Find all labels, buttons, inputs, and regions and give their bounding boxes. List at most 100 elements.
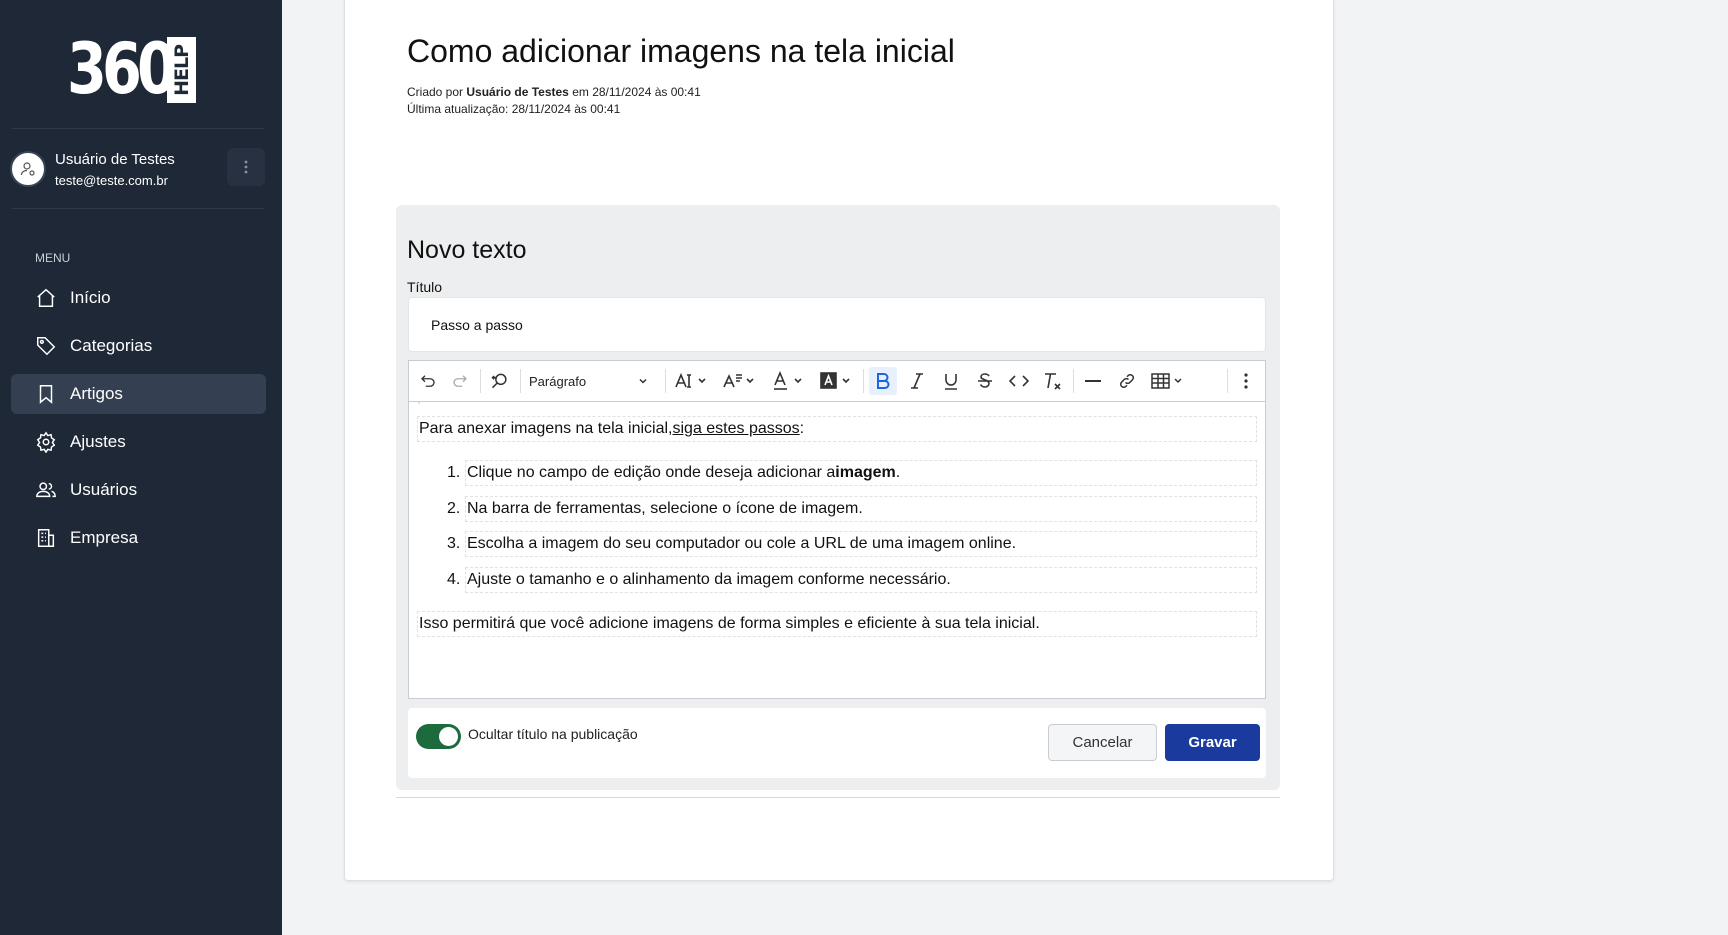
line-height-button[interactable]	[721, 367, 759, 395]
avatar[interactable]	[10, 151, 46, 187]
link-icon	[1119, 373, 1135, 389]
toggle-knob	[439, 727, 458, 746]
paragraph-style-value: Parágrafo	[529, 373, 587, 389]
step-bold-text: imagem	[835, 464, 896, 481]
sidebar-item-artigos[interactable]: Artigos	[11, 374, 266, 414]
intro-end: :	[799, 420, 805, 437]
italic-button[interactable]	[903, 367, 931, 395]
panel-title: Novo texto	[407, 236, 527, 264]
logo-tag-text: HELP	[170, 44, 193, 96]
list-number: 4.	[447, 571, 461, 588]
toolbar-separator	[665, 369, 666, 393]
sidebar-item-inicio[interactable]: Início	[11, 278, 266, 318]
user-menu-button[interactable]	[227, 148, 265, 186]
list-number: 2.	[447, 500, 461, 517]
step-text: Na barra de ferramentas, selecione o íco…	[467, 500, 863, 517]
italic-icon	[911, 373, 923, 389]
created-prefix: Criado por	[407, 85, 467, 99]
user-email: teste@teste.com.br	[55, 173, 168, 188]
toolbar-separator	[520, 369, 521, 393]
hide-title-label: Ocultar título na publicação	[468, 726, 638, 742]
redo-button[interactable]	[449, 367, 471, 395]
sidebar-item-label: Artigos	[70, 384, 123, 403]
paragraph-intro[interactable]: Para anexar imagens na tela inicial, sig…	[417, 416, 1257, 442]
toolbar-separator	[1073, 369, 1074, 393]
updated-info: Última atualização: 28/11/2024 às 00:41	[407, 102, 621, 116]
code-button[interactable]	[1005, 367, 1033, 395]
menu-label: MENU	[35, 251, 71, 265]
toolbar-separator	[1227, 369, 1228, 393]
bold-button[interactable]	[869, 367, 897, 395]
created-date: em 28/11/2024 às 00:41	[568, 85, 701, 99]
kebab-menu-icon	[244, 160, 248, 174]
title-field-label: Título	[407, 279, 443, 295]
step-text: Clique no campo de edição onde deseja ad…	[467, 464, 836, 481]
intro-link[interactable]: siga estes passos	[672, 420, 799, 438]
horizontal-line-button[interactable]	[1079, 367, 1107, 395]
sidebar-item-label: Ajustes	[70, 432, 126, 451]
sidebar-item-label: Início	[70, 288, 111, 307]
users-icon	[34, 478, 58, 502]
logo-tag: HELP	[167, 37, 197, 103]
sidebar-item-label: Categorias	[70, 336, 153, 355]
list-item[interactable]: Clique no campo de edição onde deseja ad…	[465, 460, 1257, 486]
title-input[interactable]	[408, 297, 1266, 352]
sidebar-item-ajustes[interactable]: Ajustes	[11, 422, 266, 462]
brand-logo[interactable]: 360 HELP	[67, 28, 197, 110]
placeholder	[418, 402, 420, 404]
divider	[12, 208, 264, 209]
font-color-icon	[774, 371, 802, 390]
rich-text-editor[interactable]: Parágrafo Para anexar imagens na tela in…	[408, 360, 1266, 699]
divider	[396, 797, 1280, 798]
toolbar-separator	[480, 369, 481, 393]
font-size-button[interactable]	[673, 367, 711, 395]
undo-icon	[421, 375, 435, 387]
gear-icon	[34, 430, 58, 454]
remove-format-icon	[1045, 373, 1061, 390]
sidebar-item-categorias[interactable]: Categorias	[11, 326, 266, 366]
remove-format-button[interactable]	[1039, 367, 1067, 395]
find-replace-button[interactable]	[488, 367, 512, 395]
find-replace-icon	[491, 373, 507, 389]
horizontal-line-icon	[1085, 380, 1101, 382]
font-color-button[interactable]	[771, 367, 807, 395]
more-options-button[interactable]	[1235, 367, 1257, 395]
strikethrough-button[interactable]	[971, 367, 999, 395]
sidebar-item-usuarios[interactable]: Usuários	[11, 470, 266, 510]
sidebar-item-empresa[interactable]: Empresa	[11, 518, 266, 558]
list-item[interactable]: Escolha a imagem do seu computador ou co…	[465, 531, 1257, 557]
more-icon	[1244, 373, 1248, 389]
page-title: Como adicionar imagens na tela inicial	[407, 33, 955, 69]
link-button[interactable]	[1113, 367, 1141, 395]
undo-button[interactable]	[417, 367, 439, 395]
paragraph-style-select[interactable]: Parágrafo	[529, 367, 655, 395]
chevron-down-icon	[639, 378, 647, 384]
bookmark-icon	[34, 382, 58, 406]
hide-title-toggle[interactable]	[416, 724, 461, 749]
highlight-icon	[820, 372, 850, 389]
table-button[interactable]	[1149, 367, 1189, 395]
divider	[12, 128, 264, 129]
table-icon	[1151, 373, 1182, 389]
strikethrough-icon	[978, 373, 992, 388]
code-icon	[1009, 375, 1029, 387]
building-icon	[34, 526, 58, 550]
created-by: Usuário de Testes	[466, 85, 569, 99]
line-height-icon	[723, 374, 754, 388]
cancel-button[interactable]: Cancelar	[1048, 724, 1157, 761]
logo-number: 360	[67, 28, 177, 110]
save-button[interactable]: Gravar	[1165, 724, 1260, 761]
highlight-button[interactable]	[819, 367, 855, 395]
sidebar: 360 HELP Usuário de Testes teste@teste.c…	[0, 0, 282, 935]
paragraph-outro[interactable]: Isso permitirá que você adicione imagens…	[417, 611, 1257, 637]
bold-icon	[877, 373, 890, 389]
user-profile: Usuário de Testes teste@teste.com.br	[10, 148, 266, 192]
home-icon	[34, 286, 58, 310]
underline-button[interactable]	[937, 367, 965, 395]
step-end: .	[895, 464, 901, 481]
sidebar-item-label: Usuários	[70, 480, 138, 499]
user-avatar-icon	[20, 162, 35, 176]
list-item[interactable]: Na barra de ferramentas, selecione o íco…	[465, 496, 1257, 522]
list-item[interactable]: Ajuste o tamanho e o alinhamento da imag…	[465, 567, 1257, 593]
user-name: Usuário de Testes	[55, 151, 175, 168]
